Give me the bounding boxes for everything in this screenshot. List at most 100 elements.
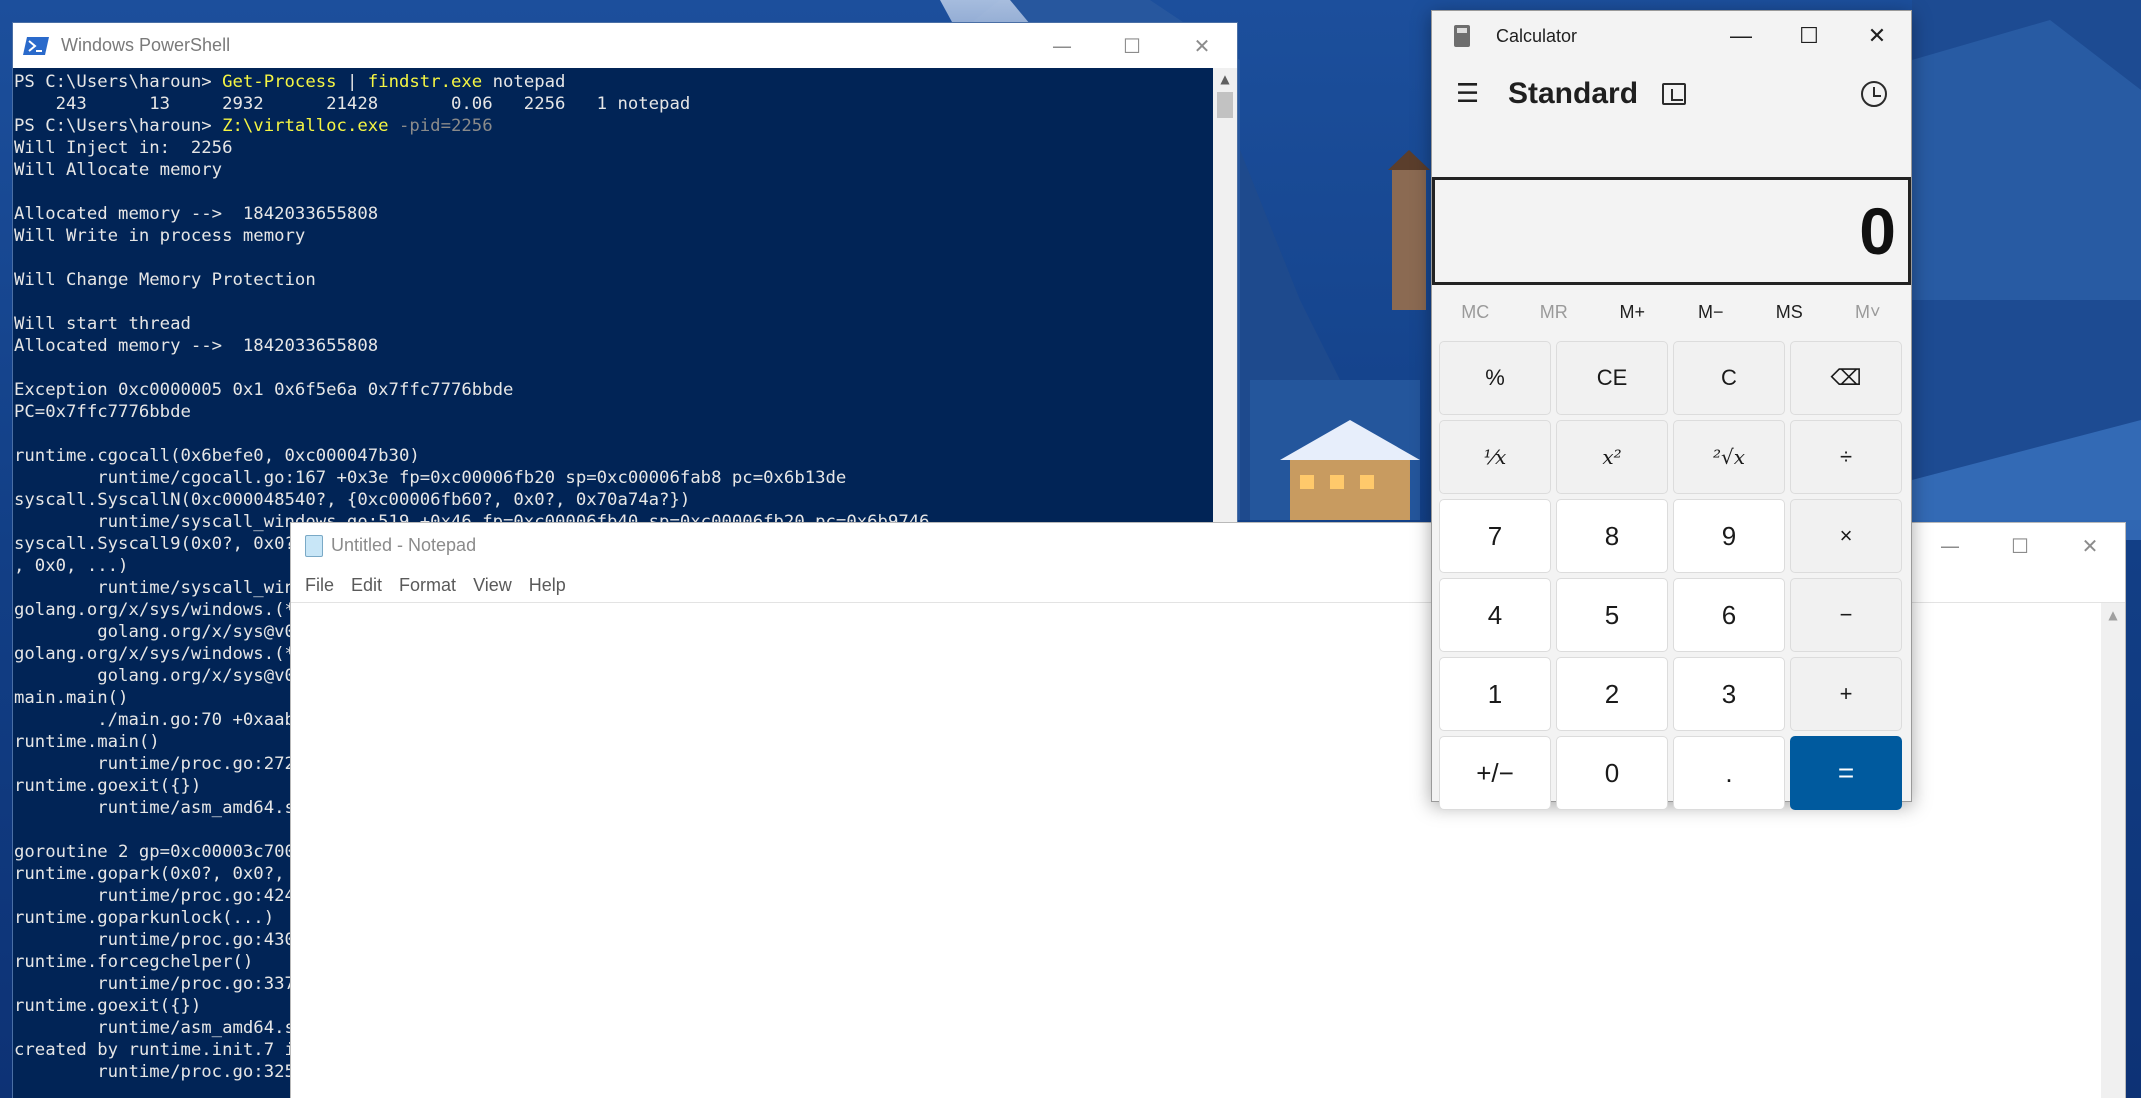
vertical-scrollbar[interactable]: ▲ [2101, 602, 2125, 1098]
maximize-icon: ☐ [1799, 23, 1819, 48]
console-text: ./main.go:70 +0xaab [14, 710, 295, 730]
calculator-header: ☰ Standard [1432, 61, 1911, 127]
console-text: runtime.cgocall(0x6befe0, 0xc000047b30) [14, 446, 420, 466]
clear-entry-button[interactable]: CE [1556, 341, 1668, 415]
digit-6-button[interactable]: 6 [1673, 578, 1785, 652]
hamburger-menu-icon[interactable]: ☰ [1456, 79, 1496, 109]
backspace-button[interactable]: ⌫ [1790, 341, 1902, 415]
add-button[interactable]: + [1790, 657, 1902, 731]
close-button[interactable]: ✕ [1843, 11, 1911, 61]
digit-8-button[interactable]: 8 [1556, 499, 1668, 573]
console-text: Allocated memory --> 1842033655808 [14, 204, 379, 224]
scroll-up-icon[interactable]: ▲ [1213, 68, 1237, 90]
maximize-icon: ☐ [2011, 533, 2029, 558]
window-title: Windows PowerShell [61, 35, 231, 55]
menu-help[interactable]: Help [523, 571, 572, 600]
digit-5-button[interactable]: 5 [1556, 578, 1668, 652]
console-text: runtime.goexit({}) [14, 776, 202, 796]
console-text: runtime/asm_amd64.s: [14, 798, 306, 818]
console-text: -pid=2256 [388, 116, 493, 136]
window-title: Calculator [1496, 25, 1578, 46]
console-text: Allocated memory --> 1842033655808 [14, 336, 379, 356]
multiply-button[interactable]: × [1790, 499, 1902, 573]
minimize-button[interactable]: — [1915, 523, 1985, 568]
display-value: 0 [1859, 194, 1896, 268]
console-line: syscall.SyscallN(0xc000048540?, {0xc0000… [14, 489, 1213, 511]
menu-format[interactable]: Format [393, 571, 462, 600]
negate-button[interactable]: +/− [1439, 736, 1551, 810]
console-text: notepad [482, 72, 566, 92]
console-line: Will Change Memory Protection [14, 269, 1213, 291]
console-text: runtime/syscall_wind [14, 578, 306, 598]
clear-button[interactable]: C [1673, 341, 1785, 415]
close-button[interactable]: ✕ [1167, 23, 1237, 68]
memory-button-mc[interactable]: MC [1436, 302, 1515, 323]
percent-button[interactable]: % [1439, 341, 1551, 415]
maximize-button[interactable]: ☐ [1985, 523, 2055, 568]
close-button[interactable]: ✕ [2055, 523, 2125, 568]
subtract-button[interactable]: − [1790, 578, 1902, 652]
minimize-icon: — [1940, 533, 1960, 558]
console-text: golang.org/x/sys@v0. [14, 622, 306, 642]
powershell-icon [23, 36, 49, 55]
digit-1-button[interactable]: 1 [1439, 657, 1551, 731]
digit-2-button[interactable]: 2 [1556, 657, 1668, 731]
minimize-button[interactable]: — [1027, 23, 1097, 68]
memory-button-mplus[interactable]: M+ [1593, 302, 1672, 323]
scroll-up-icon[interactable]: ▲ [2101, 603, 2125, 627]
scroll-thumb[interactable] [1217, 92, 1233, 118]
maximize-button[interactable]: ☐ [1097, 23, 1167, 68]
close-icon: ✕ [1193, 33, 1211, 58]
decimal-button[interactable]: . [1673, 736, 1785, 810]
history-icon[interactable] [1861, 81, 1887, 107]
console-line: PC=0x7ffc7776bbde [14, 401, 1213, 423]
digit-9-button[interactable]: 9 [1673, 499, 1785, 573]
memory-button-ms[interactable]: MS [1750, 302, 1829, 323]
console-text: | [336, 72, 368, 92]
console-text: Z:\virtalloc.exe [222, 116, 389, 136]
menu-edit[interactable]: Edit [345, 571, 388, 600]
console-line: runtime/cgocall.go:167 +0x3e fp=0xc00006… [14, 467, 1213, 489]
console-text: Will start thread [14, 314, 191, 334]
console-line: Allocated memory --> 1842033655808 [14, 203, 1213, 225]
square-root-button[interactable]: ²√x [1673, 420, 1785, 494]
divide-button[interactable]: ÷ [1790, 420, 1902, 494]
console-text: , 0x0, ...) [14, 556, 129, 576]
powershell-titlebar[interactable]: Windows PowerShell — ☐ ✕ [13, 23, 1237, 68]
memory-button-m[interactable]: M− [1672, 302, 1751, 323]
notepad-icon [305, 534, 323, 557]
digit-4-button[interactable]: 4 [1439, 578, 1551, 652]
console-text: golang.org/x/sys/windows.(*P [14, 600, 306, 620]
console-text: created by runtime.init.7 in [14, 1040, 306, 1060]
console-text: runtime/proc.go:337 [14, 974, 295, 994]
console-text: 243 13 2932 21428 0.06 2256 1 notepad [14, 94, 691, 114]
digit-7-button[interactable]: 7 [1439, 499, 1551, 573]
console-text: PS C:\Users\haroun> [14, 72, 223, 92]
equals-button[interactable]: = [1790, 736, 1902, 810]
maximize-button[interactable]: ☐ [1775, 11, 1843, 61]
digit-0-button[interactable]: 0 [1556, 736, 1668, 810]
memory-button-mr[interactable]: MR [1515, 302, 1594, 323]
square-button[interactable]: x² [1556, 420, 1668, 494]
console-line: PS C:\Users\haroun> Get-Process | findst… [14, 71, 1213, 93]
calculator-titlebar[interactable]: Calculator — ☐ ✕ [1432, 11, 1911, 61]
memory-button-m[interactable]: M˅ [1829, 302, 1908, 323]
digit-3-button[interactable]: 3 [1673, 657, 1785, 731]
console-text: Will Change Memory Protection [14, 270, 316, 290]
keep-on-top-icon[interactable] [1662, 83, 1687, 105]
menu-view[interactable]: View [467, 571, 518, 600]
console-text: runtime.gopark(0x0?, 0x0?, 0 [14, 864, 306, 884]
calculator-icon [1454, 25, 1470, 47]
console-line: runtime.cgocall(0x6befe0, 0xc000047b30) [14, 445, 1213, 467]
console-text: main.main() [14, 688, 129, 708]
menu-file[interactable]: File [299, 571, 340, 600]
minimize-button[interactable]: — [1707, 11, 1775, 61]
calculator-window[interactable]: Calculator — ☐ ✕ ☰ Standard 0 MC MR M+ M− MS… [1431, 10, 1912, 810]
console-text: runtime.main() [14, 732, 160, 752]
console-text: Will Inject in: 2256 [14, 138, 233, 158]
console-text: runtime.goexit({}) [14, 996, 202, 1016]
console-line: Allocated memory --> 1842033655808 [14, 335, 1213, 357]
reciprocal-button[interactable]: ¹⁄x [1439, 420, 1551, 494]
console-text: runtime/cgocall.go:167 +0x3e fp=0xc00006… [14, 468, 847, 488]
